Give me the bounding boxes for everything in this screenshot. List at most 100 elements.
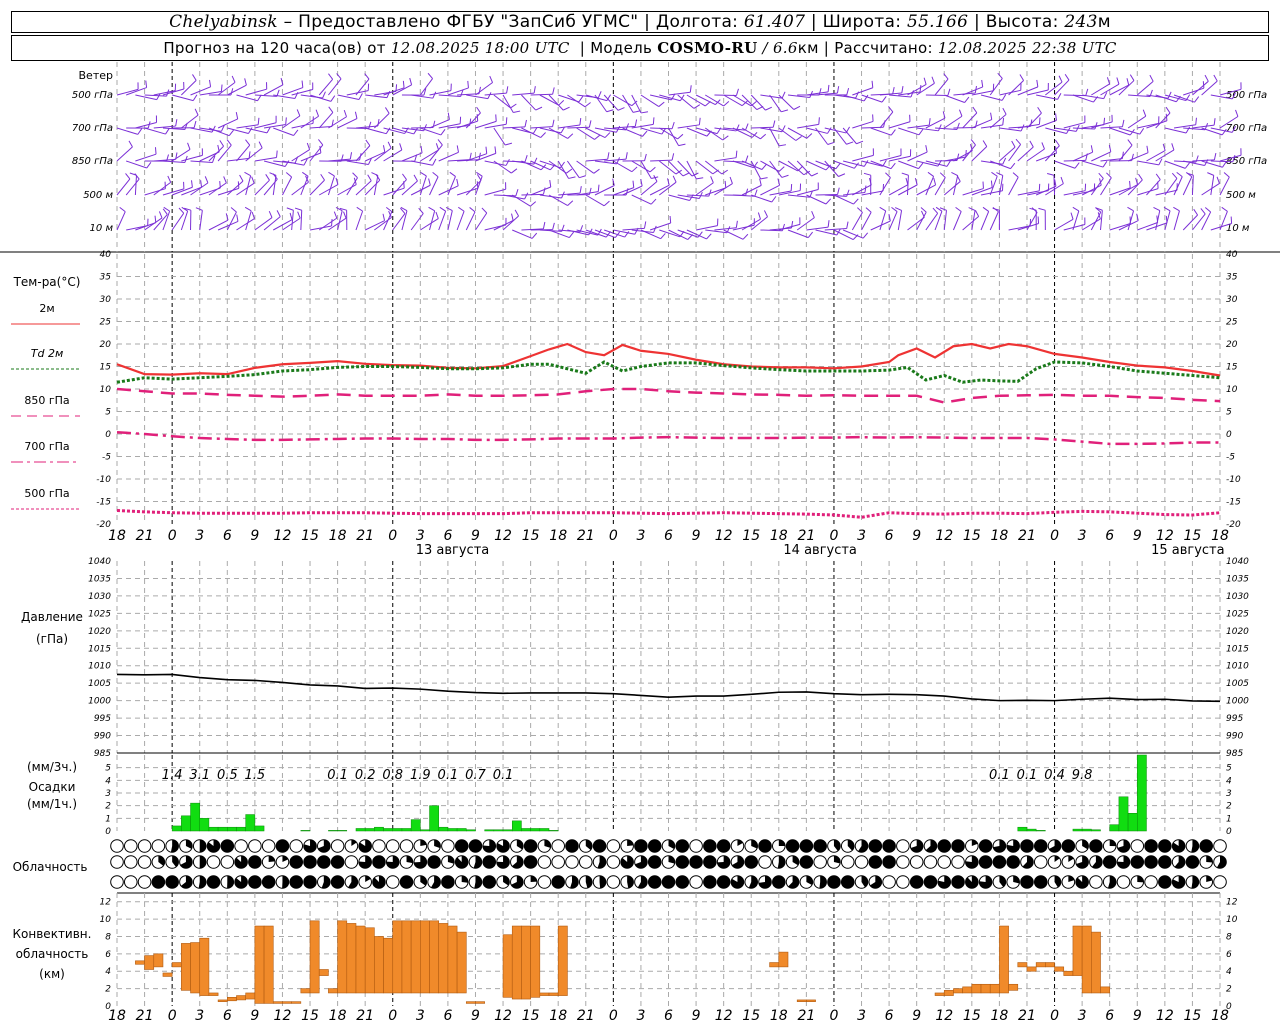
wind-level-label-left: 700 гПа: [72, 123, 113, 134]
wind-barb-feather: [706, 233, 712, 240]
wind-barb-feather: [258, 141, 263, 149]
precip-tick-right: 5: [1226, 764, 1232, 774]
wind-barb-feather: [972, 106, 978, 114]
cloud-cover-fill: [1062, 839, 1075, 853]
wind-barb-feather: [1176, 171, 1183, 178]
wind-barb-feather: [729, 176, 733, 184]
conv-cloud-bar: [208, 992, 219, 996]
wind-barb-feather: [428, 178, 431, 186]
conv-hour-label: 12: [1156, 1008, 1174, 1024]
wind-barb-feather: [296, 109, 301, 117]
wind-barb: [374, 112, 390, 129]
wind-barb: [1191, 175, 1194, 196]
wind-barb: [539, 94, 559, 106]
cloud-cover-fill: [675, 839, 689, 853]
wind-barb-feather: [265, 174, 270, 181]
wind-barb-feather: [827, 220, 830, 228]
conv-cloud-bar: [1063, 970, 1074, 976]
wind-barb-feather: [597, 184, 600, 192]
wind-barb-feather: [724, 180, 727, 188]
wind-barb-feather: [402, 173, 407, 180]
wind-barb: [1182, 176, 1193, 196]
cloud-cover-fill: [530, 875, 537, 882]
wind-barb: [870, 127, 892, 136]
precip-bar: [208, 826, 219, 832]
wind-barb-feather: [364, 73, 370, 80]
cloud-cover-circle: [689, 875, 703, 889]
cloud-cover-fill: [772, 875, 786, 889]
wind-barb-feather: [1121, 119, 1125, 127]
temp-hour-label: 15: [963, 528, 981, 544]
cloud-cover-fill: [198, 875, 207, 889]
conv-cloud-bar: [291, 1001, 302, 1004]
temp-tick-right: 40: [1226, 250, 1238, 260]
wind-barb: [971, 146, 988, 162]
cloud-cover-circle: [248, 839, 262, 853]
wind-barb: [851, 212, 863, 231]
precip-tick-right: 3: [1226, 789, 1232, 799]
wind-barb-feather: [735, 88, 739, 96]
conv-tick-left: 6: [105, 950, 111, 960]
wind-barb-feather: [778, 144, 787, 147]
wind-barb: [842, 127, 857, 145]
wind-barb-feather: [1129, 74, 1135, 81]
wind-barb: [861, 211, 872, 231]
precip-3h-amount: 0.1: [1017, 768, 1038, 783]
pressure-tick-left: 1040: [88, 557, 111, 567]
wind-barb: [530, 186, 551, 196]
wind-barb-feather: [946, 160, 952, 167]
wind-barb-feather: [1153, 207, 1160, 211]
wind-barb-feather: [1139, 128, 1145, 135]
cloud-cover-fill: [786, 839, 799, 853]
conv-hour-label: 15: [742, 1008, 760, 1024]
wind-barb-feather: [343, 211, 347, 219]
cloud-cover-fill: [199, 839, 207, 853]
wind-barb: [778, 127, 797, 141]
wind-barb-feather: [579, 175, 587, 179]
wind-barb-feather: [382, 213, 386, 221]
wind-barb-feather: [925, 145, 928, 153]
conv-hour-label: 15: [1184, 1008, 1202, 1024]
precip-bar: [245, 814, 256, 832]
precip-bar: [447, 828, 458, 832]
conv-tick-left: 12: [100, 898, 112, 908]
cloud-cover-fill: [221, 839, 234, 853]
wind-barb-feather: [1213, 118, 1216, 126]
cloud-cover-circle: [1116, 875, 1131, 889]
cloud-cover-circle: [137, 875, 152, 889]
wind-barb: [906, 175, 909, 196]
wind-barb-feather: [146, 162, 152, 169]
wind-barb-feather: [1019, 74, 1025, 81]
wind-barb: [180, 210, 189, 231]
wind-barb: [181, 154, 203, 162]
wind-barb-feather: [514, 209, 520, 217]
wind-barb: [475, 175, 483, 196]
temp-hour-label: 18: [990, 528, 1008, 544]
temp-hour-label: 15: [1184, 528, 1202, 544]
wind-barb-feather: [781, 91, 786, 99]
cloud-cover-circle: [372, 839, 386, 853]
wind-barb: [419, 175, 427, 196]
wind-barb-feather: [230, 207, 237, 213]
cloud-cover-fill: [207, 875, 220, 889]
conv-hour-label: 9: [250, 1008, 259, 1024]
wind-barb-feather: [781, 223, 785, 231]
precip-bar: [337, 830, 348, 832]
wind-barb: [521, 160, 542, 171]
wind-barb-feather: [1126, 78, 1130, 86]
wind-barb: [1072, 151, 1093, 162]
pressure-tick-left: 990: [94, 732, 111, 742]
wind-barb: [465, 211, 476, 231]
conv-hour-label: 15: [522, 1008, 540, 1024]
wind-barb-feather: [1171, 172, 1178, 179]
wind-barb-feather: [723, 100, 730, 107]
wind-barb: [943, 210, 947, 231]
conv-cloud-bar: [1026, 966, 1037, 972]
precip-bar: [254, 825, 265, 832]
wind-barb: [714, 157, 737, 162]
wind-barb-feather: [625, 152, 628, 160]
wind-barb-feather: [759, 178, 762, 186]
temp-hour-label: 21: [136, 528, 154, 544]
precip-bar: [217, 826, 228, 832]
wind-barb: [465, 179, 482, 196]
